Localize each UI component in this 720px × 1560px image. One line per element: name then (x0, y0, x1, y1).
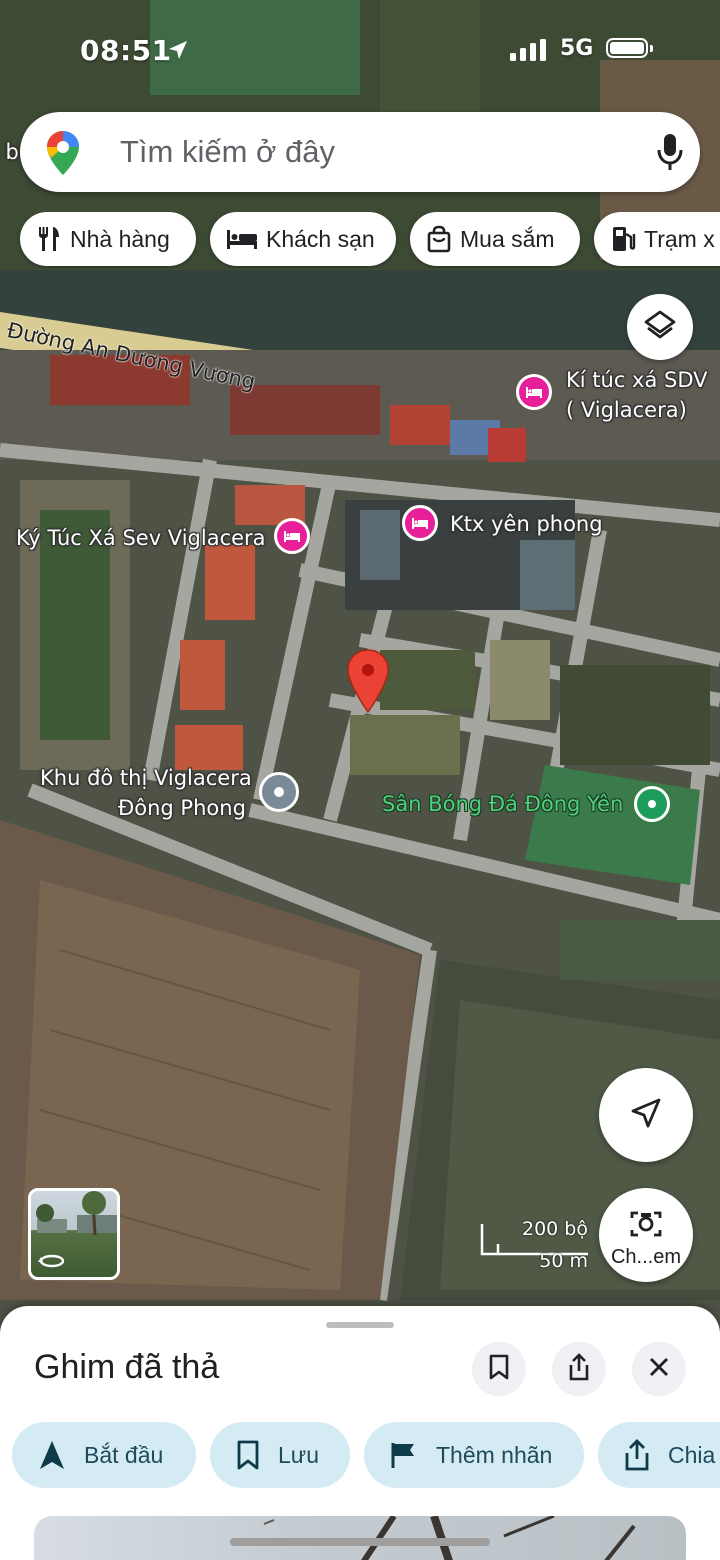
start-button[interactable]: Bắt đầu (12, 1422, 196, 1488)
navigation-arrow-icon (629, 1096, 663, 1135)
share-icon (567, 1352, 591, 1386)
gas-station-icon (610, 225, 636, 253)
share-icon (624, 1439, 650, 1471)
save-button[interactable]: Lưu (210, 1422, 350, 1488)
place-label: Ký Túc Xá Sev Viglacera (16, 526, 266, 550)
lens-icon (629, 1209, 663, 1244)
scale-bar: 200 bộ 50 m (478, 1218, 588, 1274)
microphone-icon[interactable] (656, 132, 684, 177)
flag-icon (390, 1441, 418, 1469)
save-icon-button[interactable] (472, 1342, 526, 1396)
signal-icon (510, 39, 548, 65)
close-icon (648, 1356, 670, 1383)
share-button[interactable]: Chia (598, 1422, 720, 1488)
place-label: Khu đô thị Viglacera (40, 766, 252, 790)
park-icon[interactable] (634, 786, 670, 822)
layers-button[interactable] (627, 294, 693, 360)
clock: 08:51 (80, 34, 172, 67)
action-label: Chia (668, 1441, 716, 1468)
place-label: Đông Phong (118, 796, 246, 820)
chip-label: Khách sạn (266, 225, 375, 252)
chip-gas-stations[interactable]: Trạm x (594, 212, 720, 266)
place-bottom-sheet[interactable]: Ghim đã thả Bắt đầu Lưu Thêm nhãn Chia (0, 1306, 720, 1560)
network-type: 5G (560, 36, 594, 61)
chip-label: Trạm x (644, 225, 715, 252)
share-icon-button[interactable] (552, 1342, 606, 1396)
chip-hotels[interactable]: Khách sạn (210, 212, 396, 266)
chip-shopping[interactable]: Mua sắm (410, 212, 580, 266)
chip-restaurants[interactable]: Nhà hàng (20, 212, 196, 266)
action-label: Lưu (278, 1441, 319, 1468)
add-label-button[interactable]: Thêm nhãn (364, 1422, 584, 1488)
map-edge-label: o b (0, 140, 19, 164)
hotel-icon[interactable] (516, 374, 552, 410)
category-chips: Nhà hàng Khách sạn Mua sắm Trạm x (0, 212, 720, 268)
action-label: Bắt đầu (84, 1441, 164, 1468)
bookmark-icon (488, 1354, 510, 1385)
battery-icon (606, 38, 653, 58)
location-arrow-icon (166, 38, 190, 66)
drag-handle[interactable] (326, 1322, 394, 1328)
google-maps-logo-icon (46, 130, 80, 181)
camera-search-button[interactable]: Ch...em (599, 1188, 693, 1282)
home-indicator[interactable] (230, 1538, 490, 1546)
shopping-bag-icon (426, 225, 452, 253)
place-label: Sân Bóng Đá Đông Yên (382, 792, 624, 816)
navigate-icon (38, 1440, 66, 1470)
hotel-icon[interactable] (274, 518, 310, 554)
bookmark-icon (236, 1440, 260, 1470)
search-bar[interactable]: Tìm kiếm ở đây (20, 112, 700, 192)
layers-icon (643, 308, 677, 347)
action-label: Thêm nhãn (436, 1441, 553, 1468)
search-input[interactable]: Tìm kiếm ở đây (120, 134, 335, 170)
camera-search-label: Ch...em (610, 1246, 682, 1268)
hotel-icon[interactable] (402, 505, 438, 541)
place-label: Ktx yên phong (450, 512, 603, 536)
street-view-thumbnail[interactable] (28, 1188, 120, 1280)
scale-imperial: 200 bộ (522, 1218, 588, 1240)
rotate-360-icon (37, 1251, 67, 1276)
close-button[interactable] (632, 1342, 686, 1396)
place-label: Kí túc xá SDV (566, 368, 708, 392)
restaurant-icon (36, 225, 62, 253)
chip-label: Mua sắm (460, 225, 555, 252)
action-buttons-row: Bắt đầu Lưu Thêm nhãn Chia (0, 1422, 720, 1490)
bed-icon (226, 228, 258, 250)
my-location-button[interactable] (599, 1068, 693, 1162)
locality-icon[interactable] (259, 772, 299, 812)
place-label: ( Viglacera) (566, 398, 687, 422)
chip-label: Nhà hàng (70, 225, 170, 252)
status-bar: 08:51 5G (0, 22, 720, 78)
sheet-title: Ghim đã thả (34, 1348, 220, 1386)
dropped-pin-icon[interactable] (346, 648, 390, 719)
scale-metric: 50 m (539, 1250, 588, 1272)
